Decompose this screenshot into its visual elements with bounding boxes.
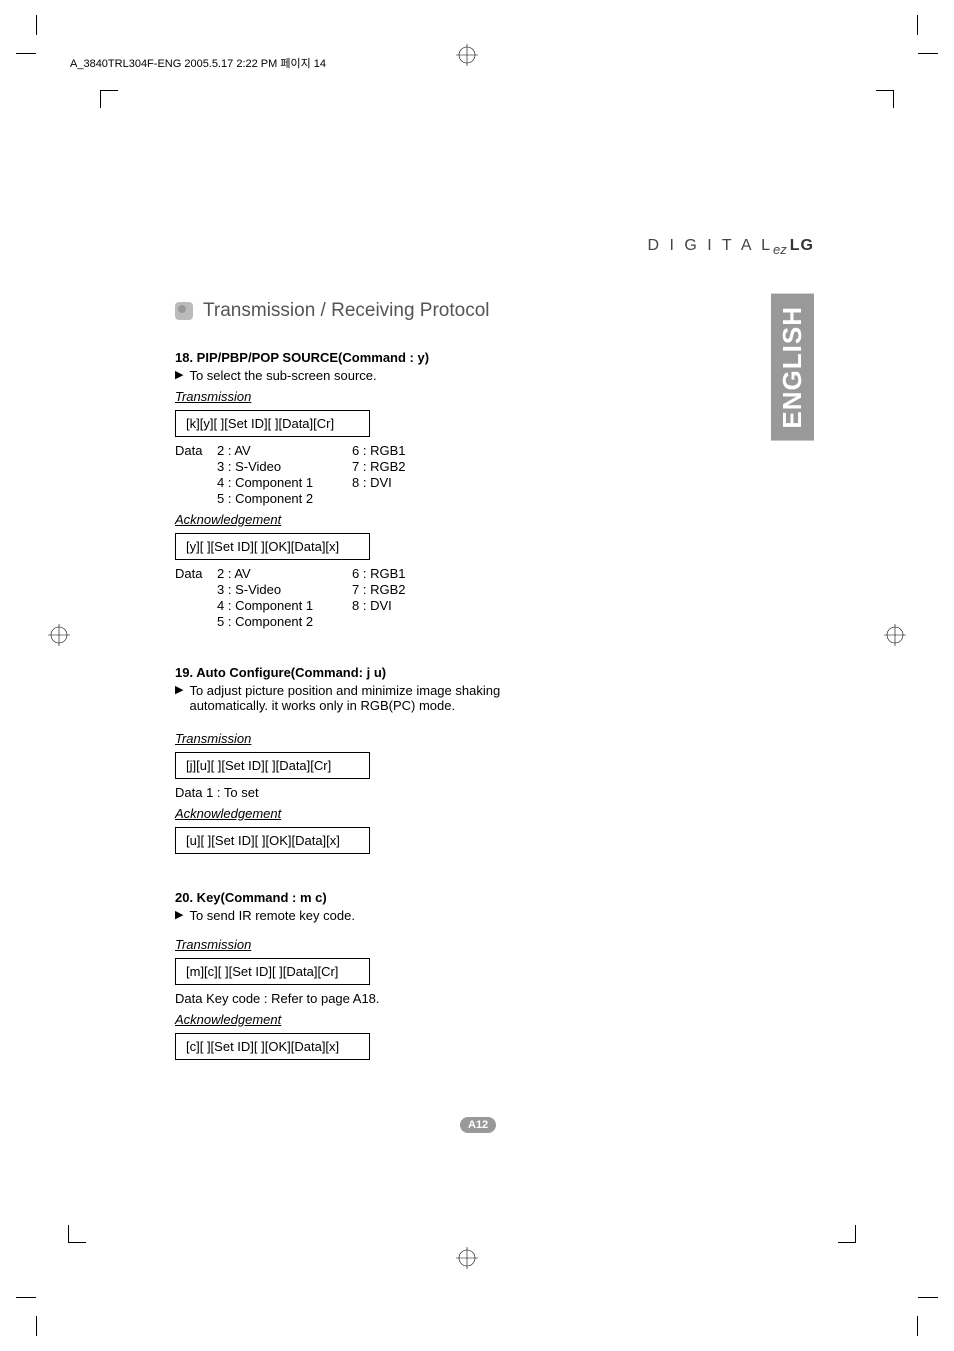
data-value: 6 : RGB1 — [352, 443, 405, 458]
data-row: 3 : S-Video7 : RGB2 — [175, 459, 735, 474]
brand-logo: D I G I T A LezLG — [647, 237, 814, 257]
command-block: 20. Key(Command : m c) ▶ To send IR remo… — [175, 890, 735, 1066]
command-title: 20. Key(Command : m c) — [175, 890, 735, 905]
command-title: 18. PIP/PBP/POP SOURCE(Command : y) — [175, 350, 735, 365]
ack-code: [u][ ][Set ID][ ][OK][Data][x] — [175, 827, 370, 854]
brand-lg: LG — [790, 237, 814, 254]
data-row: Data2 : AV6 : RGB1 — [175, 566, 735, 581]
triangle-icon: ▶ — [175, 368, 183, 381]
data-value: 6 : RGB1 — [352, 566, 405, 581]
command-block: 19. Auto Configure(Command: j u) ▶ To ad… — [175, 665, 735, 860]
data-value: 2 : AV — [217, 443, 352, 458]
data-value: 7 : RGB2 — [352, 459, 405, 474]
registration-mark-icon — [456, 44, 478, 66]
crop-mark-inner — [100, 90, 118, 108]
print-header: A_3840TRL304F-ENG 2005.5.17 2:22 PM 페이지 … — [70, 55, 326, 71]
registration-mark-icon — [456, 1247, 478, 1269]
transmission-code: [m][c][ ][Set ID][ ][Data][Cr] — [175, 958, 370, 985]
transmission-code: [j][u][ ][Set ID][ ][Data][Cr] — [175, 752, 370, 779]
acknowledgement-label: Acknowledgement — [175, 806, 735, 821]
language-tab: ENGLISH — [771, 294, 814, 441]
command-desc: ▶ To adjust picture position and minimiz… — [175, 683, 735, 713]
data-value: 5 : Component 2 — [217, 491, 352, 506]
page-content: Transmission / Receiving Protocol 18. PI… — [175, 300, 735, 1090]
transmission-label: Transmission — [175, 389, 735, 404]
command-desc-text: To select the sub-screen source. — [189, 368, 376, 383]
ack-code: [y][ ][Set ID][ ][OK][Data][x] — [175, 533, 370, 560]
transmission-label: Transmission — [175, 731, 735, 746]
crop-mark-inner — [68, 1225, 86, 1243]
transmission-code: [k][y][ ][Set ID][ ][Data][Cr] — [175, 410, 370, 437]
data-row: 4 : Component 18 : DVI — [175, 475, 735, 490]
data-value: 5 : Component 2 — [217, 614, 352, 629]
data-value: 8 : DVI — [352, 598, 392, 613]
data-value: 4 : Component 1 — [217, 598, 352, 613]
section-title: Transmission / Receiving Protocol — [175, 300, 735, 322]
ack-code: [c][ ][Set ID][ ][OK][Data][x] — [175, 1033, 370, 1060]
command-title: 19. Auto Configure(Command: j u) — [175, 665, 735, 680]
data-value: 4 : Component 1 — [217, 475, 352, 490]
acknowledgement-label: Acknowledgement — [175, 1012, 735, 1027]
command-desc-text: To adjust picture position and minimize … — [189, 683, 549, 713]
registration-mark-icon — [48, 624, 70, 646]
data-row: 4 : Component 18 : DVI — [175, 598, 735, 613]
data-line: Data 1 : To set — [175, 785, 735, 800]
acknowledgement-label: Acknowledgement — [175, 512, 735, 527]
command-desc-text: To send IR remote key code. — [189, 908, 354, 923]
crop-mark-inner — [876, 90, 894, 108]
data-label: Data — [175, 443, 217, 458]
triangle-icon: ▶ — [175, 683, 183, 696]
bullet-icon — [175, 302, 193, 320]
data-value: 2 : AV — [217, 566, 352, 581]
data-line: Data Key code : Refer to page A18. — [175, 991, 735, 1006]
command-block: 18. PIP/PBP/POP SOURCE(Command : y) ▶ To… — [175, 350, 735, 629]
triangle-icon: ▶ — [175, 908, 183, 921]
data-value: 3 : S-Video — [217, 582, 352, 597]
page-number-badge: A12 — [460, 1117, 496, 1133]
data-row: Data2 : AV6 : RGB1 — [175, 443, 735, 458]
data-row: 5 : Component 2 — [175, 614, 735, 629]
data-label: Data — [175, 566, 217, 581]
data-row: 5 : Component 2 — [175, 491, 735, 506]
data-value: 8 : DVI — [352, 475, 392, 490]
transmission-label: Transmission — [175, 937, 735, 952]
brand-ez: ez — [773, 242, 787, 257]
data-value: 3 : S-Video — [217, 459, 352, 474]
brand-digital: D I G I T A L — [647, 237, 773, 254]
data-row: 3 : S-Video7 : RGB2 — [175, 582, 735, 597]
section-title-text: Transmission / Receiving Protocol — [203, 300, 490, 322]
command-desc: ▶ To send IR remote key code. — [175, 908, 735, 923]
crop-mark-inner — [838, 1225, 856, 1243]
command-desc: ▶ To select the sub-screen source. — [175, 368, 735, 383]
data-value: 7 : RGB2 — [352, 582, 405, 597]
registration-mark-icon — [884, 624, 906, 646]
